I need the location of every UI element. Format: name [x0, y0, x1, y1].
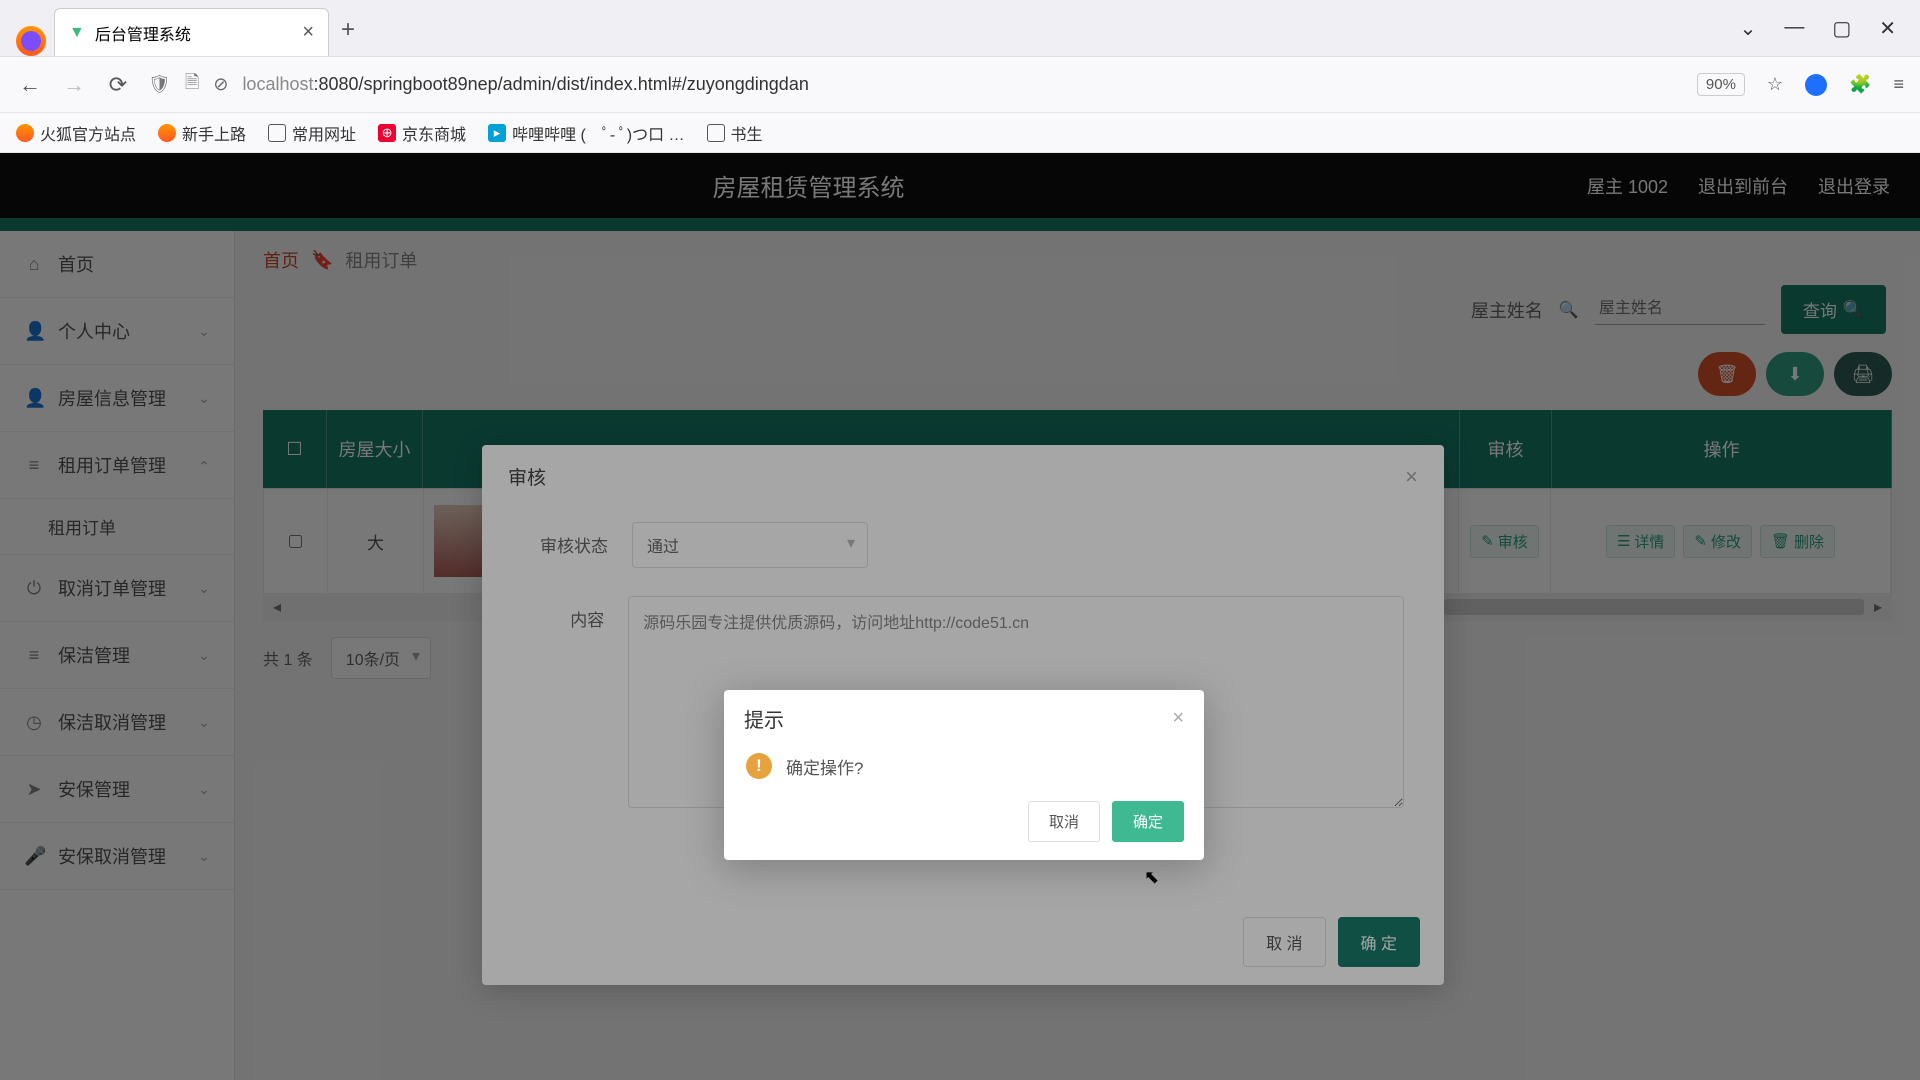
bookmark-item[interactable]: 新手上路: [158, 121, 246, 145]
bookmark-item[interactable]: 常用网址: [268, 121, 356, 145]
forward-button: →: [60, 72, 88, 98]
new-tab-button[interactable]: +: [341, 16, 355, 56]
confirm-dialog: 提示 × ! 确定操作? 取消 确定: [724, 690, 1204, 860]
bookmarks-bar: 火狐官方站点 新手上路 常用网址 ⊕京东商城 ▸哔哩哔哩 ( ﾟ- ﾟ)つ口 ……: [0, 113, 1920, 153]
back-button[interactable]: ←: [16, 72, 44, 98]
page-info-icon: 🗎: [185, 70, 199, 100]
minimize-icon[interactable]: —: [1784, 16, 1804, 41]
connection-icon: ⊘: [213, 74, 228, 95]
warning-icon: !: [746, 753, 772, 779]
tab-title: 后台管理系统: [95, 21, 191, 45]
bookmark-star-icon[interactable]: ☆: [1767, 74, 1783, 95]
extensions-icon[interactable]: 🧩: [1849, 74, 1871, 95]
close-tab-icon[interactable]: ×: [302, 21, 314, 44]
confirm-backdrop: [0, 153, 1920, 1080]
address-bar[interactable]: 🛡 🗎 ⊘ localhost:8080/springboot89nep/adm…: [148, 70, 1681, 100]
maximize-icon[interactable]: ▢: [1832, 16, 1851, 41]
url-toolbar: ← → ⟳ 🛡 🗎 ⊘ localhost:8080/springboot89n…: [0, 57, 1920, 113]
confirm-cancel-button[interactable]: 取消: [1028, 801, 1100, 842]
bookmark-item[interactable]: ⊕京东商城: [378, 121, 466, 145]
bookmark-item[interactable]: 火狐官方站点: [16, 121, 136, 145]
tabs-dropdown-icon[interactable]: ⌄: [1740, 16, 1757, 41]
profile-icon[interactable]: [1805, 74, 1827, 96]
shield-icon: 🛡: [148, 74, 171, 95]
reload-button[interactable]: ⟳: [104, 72, 132, 98]
close-icon[interactable]: ×: [1172, 707, 1184, 730]
confirm-message: 确定操作?: [786, 754, 863, 779]
zoom-level[interactable]: 90%: [1697, 73, 1745, 96]
browser-tab[interactable]: ▼ 后台管理系统 ×: [54, 8, 329, 56]
close-window-icon[interactable]: ✕: [1879, 16, 1896, 41]
firefox-logo-icon: [16, 26, 46, 56]
vue-icon: ▼: [69, 24, 85, 42]
hamburger-menu-icon[interactable]: ≡: [1893, 74, 1904, 95]
bookmark-item[interactable]: 书生: [707, 121, 763, 145]
confirm-title: 提示: [744, 704, 784, 733]
confirm-ok-button[interactable]: 确定: [1112, 801, 1184, 842]
browser-tab-strip: ▼ 后台管理系统 × + ⌄ — ▢ ✕: [0, 0, 1920, 57]
bookmark-item[interactable]: ▸哔哩哔哩 ( ﾟ- ﾟ)つ口 …: [488, 121, 684, 145]
